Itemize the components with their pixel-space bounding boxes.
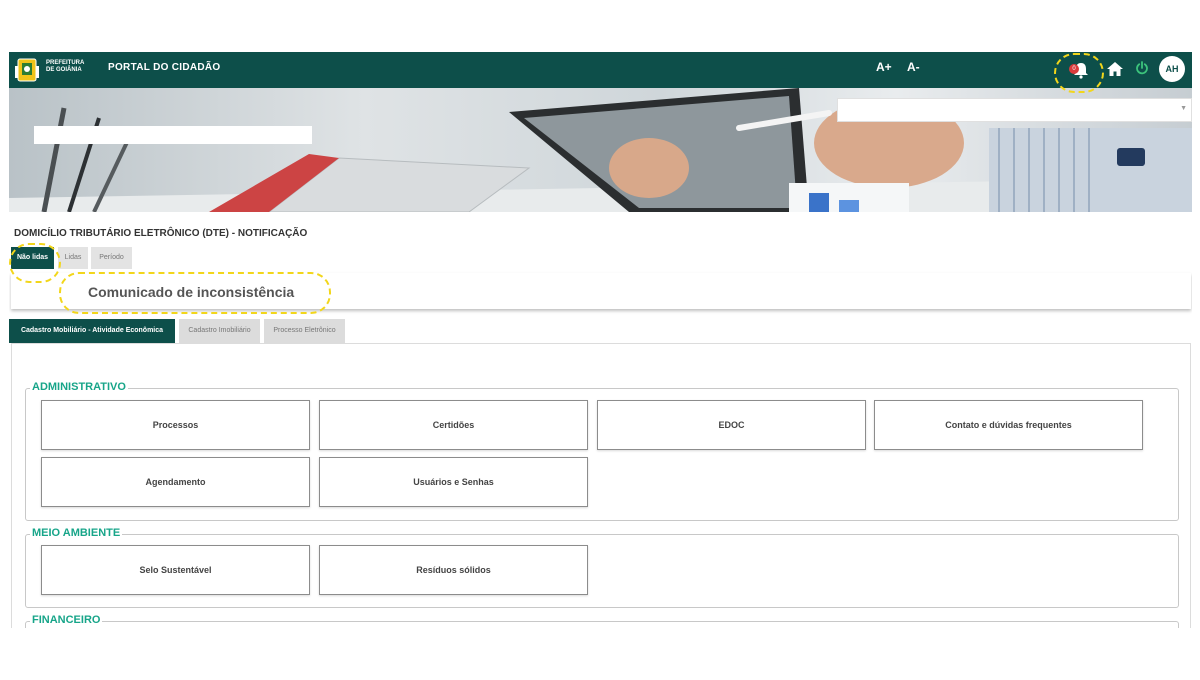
group-financeiro: FINANCEIRO [25,614,1179,628]
notice-item[interactable]: Comunicado de inconsistência [11,273,1191,309]
service-residuos-solidos[interactable]: Resíduos sólidos [319,545,588,595]
group-administrativo: ADMINISTRATIVO Processos Certidões EDOC … [25,381,1179,521]
group-title: MEIO AMBIENTE [30,527,123,539]
home-icon[interactable] [1106,60,1124,78]
service-processos[interactable]: Processos [41,400,310,450]
banner-select[interactable]: ▼ [837,98,1192,122]
tab-cadastro-mobiliario[interactable]: Cadastro Mobiliário - Atividade Econômic… [9,319,175,343]
notice-text: Comunicado de inconsistência [88,284,295,300]
portal-title: PORTAL DO CIDADÃO [108,62,221,73]
logo-line-2: DE GOIÂNIA [46,67,82,73]
tab-period[interactable]: Período [91,247,132,269]
top-bar: PREFEITURA DE GOIÂNIA PORTAL DO CIDADÃO … [9,52,1192,88]
tab-cadastro-imobiliario[interactable]: Cadastro Imobiliário [179,319,260,343]
service-contato-duvidas[interactable]: Contato e dúvidas frequentes [874,400,1143,450]
city-coat-of-arms-icon [15,58,39,82]
group-title: ADMINISTRATIVO [30,381,128,393]
banner-search-input[interactable] [34,126,312,144]
tab-processo-eletronico[interactable]: Processo Eletrônico [264,319,345,343]
logo-text: PREFEITURA DE GOIÂNIA [46,60,84,74]
service-agendamento[interactable]: Agendamento [41,457,310,507]
font-decrease-button[interactable]: A- [907,60,920,74]
group-title: FINANCEIRO [30,614,103,626]
chevron-down-icon: ▼ [1180,105,1187,112]
power-icon[interactable] [1135,61,1149,75]
page-title: DOMICÍLIO TRIBUTÁRIO ELETRÔNICO (DTE) - … [14,228,308,239]
logo-line-1: PREFEITURA [46,60,85,66]
portal-window: PREFEITURA DE GOIÂNIA PORTAL DO CIDADÃO … [9,52,1192,628]
service-certidoes[interactable]: Certidões [319,400,588,450]
hero-banner: ▼ [9,88,1192,212]
service-usuarios-senhas[interactable]: Usuários e Senhas [319,457,588,507]
services-panel: ADMINISTRATIVO Processos Certidões EDOC … [11,343,1191,628]
tab-unread[interactable]: Não lidas [11,247,54,269]
notification-badge: 0 [1069,64,1079,74]
user-avatar[interactable]: AH [1159,56,1185,82]
service-selo-sustentavel[interactable]: Selo Sustentável [41,545,310,595]
tab-read[interactable]: Lidas [58,247,88,269]
notifications-button[interactable]: 0 [1069,60,1091,80]
service-edoc[interactable]: EDOC [597,400,866,450]
group-meio-ambiente: MEIO AMBIENTE Selo Sustentável Resíduos … [25,527,1179,608]
font-increase-button[interactable]: A+ [876,60,892,74]
